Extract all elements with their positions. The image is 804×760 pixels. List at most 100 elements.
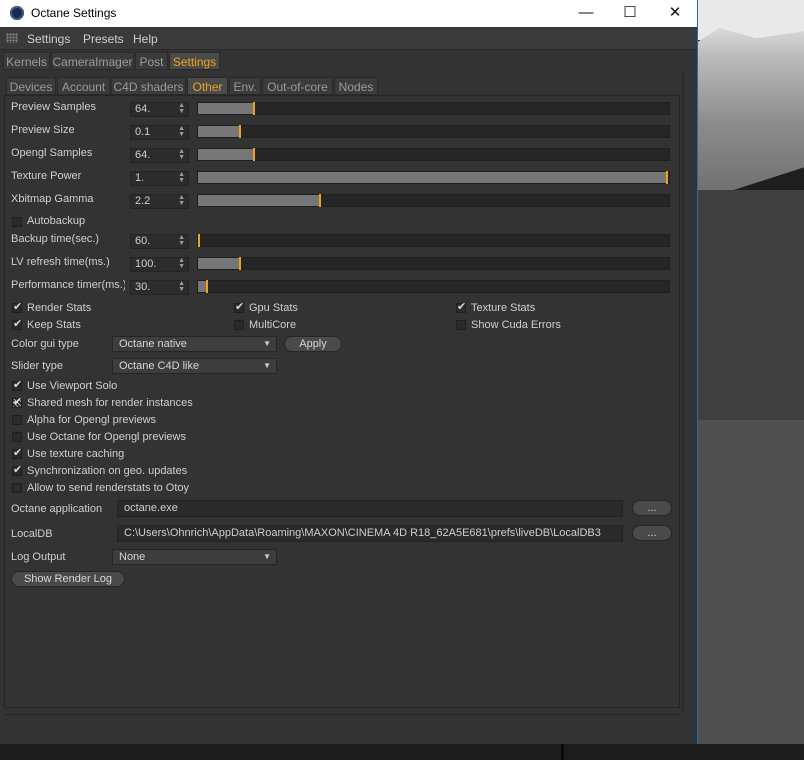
xbitmap-gamma-input[interactable]: 2.2 ▲ ▼ xyxy=(130,194,189,209)
use-octane-opengl-previews-checkbox[interactable] xyxy=(12,432,22,442)
xbitmap-gamma-slider[interactable] xyxy=(197,194,670,207)
octane-application-field[interactable]: octane.exe xyxy=(117,500,623,517)
multicore-label: MultiCore xyxy=(249,319,297,331)
slider-knob[interactable] xyxy=(666,171,668,184)
lv-refresh-time-input[interactable]: 100. ▲ ▼ xyxy=(130,257,189,272)
preview-samples-input[interactable]: 64. ▲ ▼ xyxy=(130,102,189,117)
tab-post[interactable]: Post xyxy=(135,52,168,70)
send-renderstats-checkbox[interactable] xyxy=(12,483,22,493)
localdb-browse-button[interactable]: ... xyxy=(632,525,672,541)
tab-c4d-shaders[interactable]: C4D shaders xyxy=(111,77,186,95)
tab-env[interactable]: Env. xyxy=(229,77,261,95)
slider-fill xyxy=(198,103,254,114)
octane-application-browse-button[interactable]: ... xyxy=(632,500,672,516)
apply-button[interactable]: Apply xyxy=(284,336,342,352)
preview-size-label: Preview Size xyxy=(11,124,75,136)
opengl-samples-label: Opengl Samples xyxy=(11,147,93,159)
keep-stats-label: Keep Stats xyxy=(27,319,81,331)
slider-knob[interactable] xyxy=(239,257,241,270)
send-renderstats-label: Allow to send renderstats to Otoy xyxy=(27,482,190,494)
titlebar[interactable]: Octane Settings — ☐ ✕ xyxy=(0,0,697,27)
slider-knob[interactable] xyxy=(253,102,255,115)
opengl-samples-input[interactable]: 64. ▲ ▼ xyxy=(130,148,189,163)
viewport-background xyxy=(698,0,804,760)
viewport-mesh xyxy=(698,28,804,198)
lv-refresh-time-slider[interactable] xyxy=(197,257,670,270)
use-viewport-solo-checkbox[interactable] xyxy=(12,378,22,391)
slider-knob[interactable] xyxy=(253,148,255,161)
use-octane-opengl-previews-label: Use Octane for Opengl previews xyxy=(27,431,186,443)
tab-devices[interactable]: Devices xyxy=(6,77,56,95)
sync-geo-updates-label: Synchronization on geo. updates xyxy=(27,465,188,477)
tab-out-of-core[interactable]: Out-of-core xyxy=(262,77,333,95)
preview-samples-slider[interactable] xyxy=(197,102,670,115)
grip-icon[interactable] xyxy=(6,33,18,43)
log-output-dropdown[interactable]: None ▼ xyxy=(112,549,277,565)
performance-timer-slider[interactable] xyxy=(197,280,670,293)
tab-cameraimager[interactable]: CameraImager xyxy=(51,52,134,70)
localdb-field[interactable]: C:\Users\Ohnrich\AppData\Roaming\MAXON\C… xyxy=(117,525,623,542)
tab-other[interactable]: Other xyxy=(187,77,228,95)
gpu-stats-checkbox[interactable] xyxy=(234,300,244,313)
autobackup-checkbox[interactable] xyxy=(12,217,22,227)
menu-presets[interactable]: Presets xyxy=(83,32,124,46)
stepper-arrows-icon[interactable]: ▲ ▼ xyxy=(178,194,185,207)
slider-knob[interactable] xyxy=(206,280,208,293)
use-viewport-solo-label: Use Viewport Solo xyxy=(27,380,118,392)
multicore-checkbox[interactable] xyxy=(234,320,244,330)
slider-fill xyxy=(198,126,240,137)
stepper-arrows-icon[interactable]: ▲ ▼ xyxy=(178,171,185,184)
tab-settings[interactable]: Settings xyxy=(169,52,220,70)
opengl-samples-slider[interactable] xyxy=(197,148,670,161)
render-stats-label: Render Stats xyxy=(27,302,92,314)
backup-time-slider[interactable] xyxy=(197,234,670,247)
slider-knob[interactable] xyxy=(319,194,321,207)
dropdown-caret-icon: ▼ xyxy=(263,339,271,348)
desktop-bottom xyxy=(0,744,804,760)
minimize-button[interactable]: — xyxy=(563,0,609,27)
slider-fill xyxy=(198,172,667,183)
preview-size-input[interactable]: 0.1 ▲ ▼ xyxy=(130,125,189,140)
shared-mesh-checkbox[interactable] xyxy=(12,395,22,408)
performance-timer-label: Performance timer(ms.) xyxy=(11,279,125,291)
preview-size-slider[interactable] xyxy=(197,125,670,138)
render-stats-checkbox[interactable] xyxy=(12,300,22,313)
menu-settings[interactable]: Settings xyxy=(27,32,70,46)
texture-power-slider[interactable] xyxy=(197,171,670,184)
panel-scrollbar[interactable] xyxy=(682,70,684,710)
stepper-arrows-icon[interactable]: ▲ ▼ xyxy=(178,280,185,293)
tab-nodes[interactable]: Nodes xyxy=(334,77,378,95)
dropdown-caret-icon: ▼ xyxy=(263,361,271,370)
menu-help[interactable]: Help xyxy=(133,32,158,46)
show-cuda-errors-checkbox[interactable] xyxy=(456,320,466,330)
texture-power-label: Texture Power xyxy=(11,170,82,182)
color-gui-type-dropdown[interactable]: Octane native ▼ xyxy=(112,336,277,352)
viewport-floor-lower xyxy=(698,420,804,760)
slider-fill xyxy=(198,258,240,269)
alpha-opengl-previews-checkbox[interactable] xyxy=(12,415,22,425)
maximize-button[interactable]: ☐ xyxy=(607,0,653,27)
stepper-arrows-icon[interactable]: ▲ ▼ xyxy=(178,234,185,247)
stepper-arrows-icon[interactable]: ▲ ▼ xyxy=(178,125,185,138)
use-texture-caching-label: Use texture caching xyxy=(27,448,125,460)
slider-knob[interactable] xyxy=(198,234,200,247)
close-button[interactable]: ✕ xyxy=(652,0,698,27)
keep-stats-checkbox[interactable] xyxy=(12,317,22,330)
menubar: Settings Presets Help xyxy=(0,28,697,50)
stepper-arrows-icon[interactable]: ▲ ▼ xyxy=(178,102,185,115)
stepper-arrows-icon[interactable]: ▲ ▼ xyxy=(178,148,185,161)
texture-power-input[interactable]: 1. ▲ ▼ xyxy=(130,171,189,186)
stepper-arrows-icon[interactable]: ▲ ▼ xyxy=(178,257,185,270)
slider-type-dropdown[interactable]: Octane C4D like ▼ xyxy=(112,358,277,374)
texture-stats-checkbox[interactable] xyxy=(456,300,466,313)
show-render-log-button[interactable]: Show Render Log xyxy=(11,571,125,587)
tab-kernels[interactable]: Kernels xyxy=(3,52,50,70)
color-gui-type-label: Color gui type xyxy=(11,338,79,350)
use-texture-caching-checkbox[interactable] xyxy=(12,446,22,459)
texture-stats-label: Texture Stats xyxy=(471,302,536,314)
tab-account[interactable]: Account xyxy=(57,77,110,95)
slider-knob[interactable] xyxy=(239,125,241,138)
backup-time-input[interactable]: 60. ▲ ▼ xyxy=(130,234,189,249)
performance-timer-input[interactable]: 30. ▲ ▼ xyxy=(130,280,189,295)
sync-geo-updates-checkbox[interactable] xyxy=(12,463,22,476)
